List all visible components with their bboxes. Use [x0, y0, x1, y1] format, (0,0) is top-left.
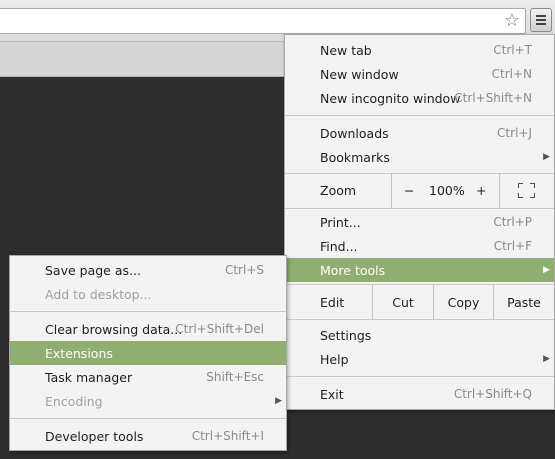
menu-item-print[interactable]: Print... Ctrl+P	[285, 210, 554, 234]
menu-item-label: Developer tools	[45, 428, 144, 444]
menu-item-clear-browsing-data[interactable]: Clear browsing data... Ctrl+Shift+Del	[10, 317, 286, 341]
menu-item-shortcut: Ctrl+Shift+Q	[453, 387, 532, 401]
fullscreen-corner	[518, 193, 523, 198]
menu-item-label: Exit	[320, 386, 344, 402]
menu-item-help[interactable]: Help ▶	[285, 347, 554, 371]
chevron-right-icon: ▶	[543, 265, 550, 275]
menu-item-downloads[interactable]: Downloads Ctrl+J	[285, 121, 554, 145]
chevron-right-icon: ▶	[543, 152, 550, 162]
zoom-out-button[interactable]: −	[404, 183, 414, 198]
menu-item-exit[interactable]: Exit Ctrl+Shift+Q	[285, 382, 554, 406]
menu-item-save-page-as[interactable]: Save page as... Ctrl+S	[10, 258, 286, 282]
edit-label: Edit	[320, 295, 345, 310]
zoom-label: Zoom	[320, 183, 357, 198]
menu-item-add-to-desktop: Add to desktop...	[10, 282, 286, 306]
menu-item-label: Bookmarks	[320, 149, 390, 165]
address-bar[interactable]: ☆	[0, 8, 526, 34]
menu-item-label: Extensions	[45, 345, 113, 361]
menu-item-label: Find...	[320, 238, 358, 254]
menu-item-label: Help	[320, 351, 349, 367]
menu-item-bookmarks[interactable]: Bookmarks ▶	[285, 145, 554, 169]
menu-separator	[10, 418, 286, 419]
menu-item-label: New tab	[320, 42, 372, 58]
browser-menu-button[interactable]	[530, 8, 552, 32]
chevron-right-icon: ▶	[275, 396, 282, 406]
menu-item-label: Clear browsing data...	[45, 321, 183, 337]
menu-item-find[interactable]: Find... Ctrl+F	[285, 234, 554, 258]
menu-item-shortcut: Ctrl+Shift+I	[191, 429, 264, 443]
zoom-divider	[391, 174, 392, 208]
chevron-right-icon: ▶	[543, 354, 550, 364]
menu-item-shortcut: Ctrl+T	[493, 43, 532, 57]
paste-button[interactable]: Paste	[494, 285, 554, 319]
menu-item-new-tab[interactable]: New tab Ctrl+T	[285, 38, 554, 62]
menu-item-developer-tools[interactable]: Developer tools Ctrl+Shift+I	[10, 424, 286, 448]
more-tools-submenu: Save page as... Ctrl+S Add to desktop...…	[9, 255, 287, 451]
edit-row: Edit Cut Copy Paste	[285, 285, 554, 319]
fullscreen-icon[interactable]	[518, 183, 535, 198]
zoom-row: Zoom − 100% +	[285, 174, 554, 208]
copy-button[interactable]: Copy	[434, 285, 493, 319]
star-icon[interactable]: ☆	[501, 10, 523, 32]
menu-item-extensions[interactable]: Extensions	[10, 341, 286, 365]
hamburger-menu-icon	[536, 15, 546, 17]
zoom-divider	[499, 174, 500, 208]
fullscreen-corner	[518, 183, 523, 188]
menu-item-new-incognito-window[interactable]: New incognito window Ctrl+Shift+N	[285, 86, 554, 110]
menu-item-label: Downloads	[320, 125, 389, 141]
menu-item-shortcut: Ctrl+F	[493, 239, 532, 253]
hamburger-menu-icon-bar	[536, 23, 546, 25]
menu-item-shortcut: Ctrl+P	[493, 215, 532, 229]
menu-item-shortcut: Shift+Esc	[206, 370, 264, 384]
menu-separator	[285, 208, 554, 209]
menu-item-settings[interactable]: Settings	[285, 323, 554, 347]
menu-item-label: Encoding	[45, 393, 103, 409]
menu-separator	[285, 319, 554, 320]
menu-item-task-manager[interactable]: Task manager Shift+Esc	[10, 365, 286, 389]
menu-item-label: More tools	[320, 262, 386, 278]
menu-item-label: Settings	[320, 327, 372, 343]
cut-button[interactable]: Cut	[373, 285, 433, 319]
menu-item-new-window[interactable]: New window Ctrl+N	[285, 62, 554, 86]
menu-separator	[285, 376, 554, 377]
menu-item-shortcut: Ctrl+Shift+Del	[175, 322, 264, 336]
menu-item-label: New window	[320, 66, 399, 82]
menu-item-shortcut: Ctrl+J	[497, 126, 532, 140]
browser-main-menu: New tab Ctrl+T New window Ctrl+N New inc…	[284, 34, 555, 410]
menu-item-label: Task manager	[45, 369, 133, 385]
menu-item-shortcut: Ctrl+Shift+N	[454, 91, 532, 105]
fullscreen-corner	[530, 183, 535, 188]
menu-item-label: New incognito window	[320, 90, 461, 106]
menu-item-label: Add to desktop...	[45, 286, 152, 302]
hamburger-menu-icon-bar	[536, 19, 546, 21]
fullscreen-corner	[530, 193, 535, 198]
menu-separator	[285, 115, 554, 116]
menu-item-more-tools[interactable]: More tools ▶	[285, 258, 554, 282]
menu-item-label: Print...	[320, 214, 361, 230]
zoom-level: 100%	[429, 183, 465, 198]
menu-item-label: Save page as...	[45, 262, 141, 278]
zoom-in-button[interactable]: +	[476, 183, 486, 198]
menu-item-encoding: Encoding ▶	[10, 389, 286, 413]
menu-item-shortcut: Ctrl+S	[224, 263, 264, 277]
menu-item-shortcut: Ctrl+N	[491, 67, 532, 81]
menu-separator	[10, 311, 286, 312]
